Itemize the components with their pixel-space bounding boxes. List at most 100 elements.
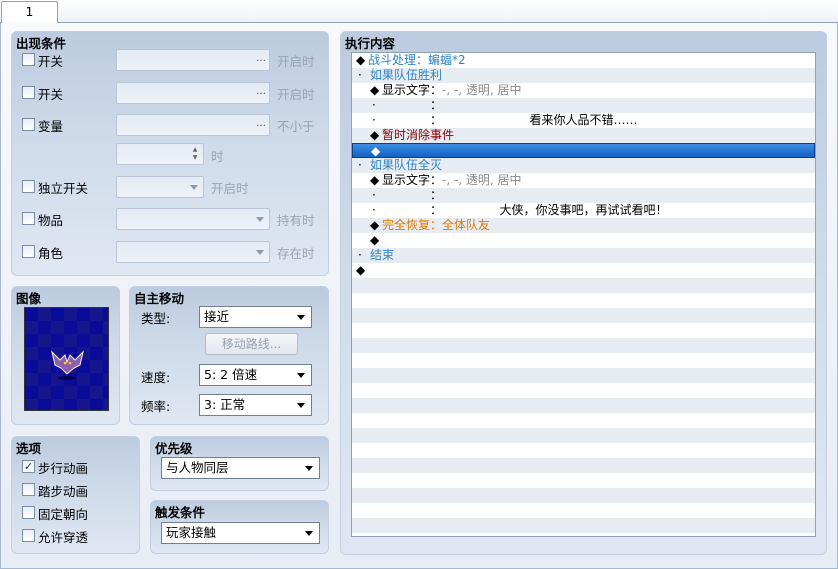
- diamond-icon: ◆: [371, 144, 381, 158]
- move-type-select[interactable]: 接近: [199, 306, 312, 328]
- empty-line[interactable]: [352, 488, 815, 503]
- command-line[interactable]: ◆ 完全恢复：全体队友: [352, 218, 815, 233]
- step-anim-checkbox[interactable]: [22, 483, 35, 496]
- empty-line[interactable]: [352, 323, 815, 338]
- item-select[interactable]: [116, 208, 270, 230]
- empty-line[interactable]: [352, 353, 815, 368]
- self-switch-checkbox[interactable]: [22, 180, 35, 193]
- diamond-icon: ◆: [370, 83, 380, 97]
- chevron-down-icon: [256, 217, 264, 222]
- variable-suffix: 不小于: [277, 119, 315, 134]
- priority-value: 与人物同层: [166, 460, 229, 475]
- command-list[interactable]: ◆ 战斗处理：蝙蝠*2 · 如果队伍胜利 ◆ 显示文字： -, -, 透明, 居中 ·： ·：看…: [351, 52, 816, 537]
- switch2-field[interactable]: …: [116, 82, 270, 104]
- item-checkbox[interactable]: [22, 212, 35, 225]
- chevron-down-icon: [297, 403, 305, 408]
- move-type-value: 接近: [204, 309, 230, 324]
- move-speed-select[interactable]: 5: 2 倍速: [199, 364, 312, 386]
- switch1-suffix: 开启时: [277, 54, 315, 69]
- variable-checkbox[interactable]: [22, 118, 35, 131]
- command-params: -, -, 透明, 居中: [442, 173, 522, 187]
- ellipsis-icon: …: [256, 53, 266, 64]
- variable-field[interactable]: …: [116, 114, 270, 136]
- item-suffix: 持有时: [277, 213, 315, 228]
- command-line[interactable]: ◆ 暂时消除事件: [352, 128, 815, 143]
- direction-fix-checkbox[interactable]: [22, 506, 35, 519]
- command-line[interactable]: ·：: [352, 98, 815, 113]
- check-mark-icon: ✓: [23, 460, 34, 473]
- self-switch-suffix: 开启时: [211, 181, 249, 196]
- empty-line[interactable]: [352, 293, 815, 308]
- switch1-label: 开关: [38, 54, 64, 69]
- switch1-checkbox[interactable]: [22, 53, 35, 66]
- chevron-down-icon: [190, 185, 198, 190]
- walk-anim-label: 步行动画: [38, 461, 89, 476]
- command-text: 显示文字：: [382, 173, 443, 187]
- empty-line[interactable]: [352, 413, 815, 428]
- actor-checkbox[interactable]: [22, 245, 35, 258]
- move-frequency-select[interactable]: 3: 正常: [199, 394, 312, 416]
- actor-select[interactable]: [116, 241, 270, 263]
- image-title: 图像: [16, 291, 42, 306]
- command-line[interactable]: ◆: [352, 263, 815, 278]
- command-line[interactable]: ◆ 战斗处理：蝙蝠*2: [352, 53, 815, 68]
- command-line[interactable]: ◆: [352, 143, 815, 158]
- through-checkbox[interactable]: [22, 529, 35, 542]
- event-graphic[interactable]: [24, 307, 109, 411]
- trigger-title: 触发条件: [155, 505, 206, 520]
- walk-anim-checkbox[interactable]: ✓: [22, 460, 35, 473]
- step-anim-label: 踏步动画: [38, 484, 89, 499]
- execution-title: 执行内容: [345, 36, 396, 51]
- actor-label: 角色: [38, 246, 64, 261]
- trigger-value: 玩家接触: [166, 525, 217, 540]
- command-line[interactable]: ◆ 显示文字： -, -, 透明, 居中: [352, 83, 815, 98]
- chevron-down-icon: [305, 531, 313, 536]
- empty-line[interactable]: [352, 383, 815, 398]
- switch2-checkbox[interactable]: [22, 86, 35, 99]
- spinner-arrows-icon[interactable]: ▲ ▼: [189, 146, 201, 162]
- command-line[interactable]: · 结束: [352, 248, 815, 263]
- empty-line[interactable]: [352, 308, 815, 323]
- diamond-icon: ◆: [370, 233, 380, 247]
- empty-line[interactable]: [352, 278, 815, 293]
- command-line[interactable]: ◆ 显示文字： -, -, 透明, 居中: [352, 173, 815, 188]
- move-speed-label: 速度:: [141, 370, 171, 385]
- through-label: 允许穿透: [38, 530, 89, 545]
- move-speed-value: 5: 2 倍速: [204, 367, 258, 382]
- move-route-button[interactable]: 移动路线...: [205, 333, 298, 355]
- tab-page-1[interactable]: 1: [1, 1, 58, 24]
- command-line[interactable]: · 如果队伍胜利: [352, 68, 815, 83]
- empty-line[interactable]: [352, 503, 815, 518]
- command-line[interactable]: ·：大侠，你没事吧，再试试看吧！: [352, 203, 815, 218]
- move-frequency-label: 频率:: [141, 399, 171, 414]
- empty-line[interactable]: [352, 398, 815, 413]
- command-text: 显示文字：: [382, 83, 443, 97]
- message-text: 看来你人品不错……: [529, 113, 638, 127]
- diamond-icon: ◆: [370, 218, 380, 232]
- command-text: 如果队伍胜利: [370, 68, 443, 82]
- bullet-icon: ·: [372, 98, 376, 112]
- diamond-icon: ◆: [356, 263, 366, 277]
- empty-line[interactable]: [352, 518, 815, 533]
- empty-line[interactable]: [352, 473, 815, 488]
- message-text: 大侠，你没事吧，再试试看吧！: [499, 203, 668, 217]
- bullet-icon: ·: [358, 158, 362, 172]
- empty-line[interactable]: [352, 428, 815, 443]
- item-label: 物品: [38, 213, 64, 228]
- switch1-field[interactable]: …: [116, 49, 270, 71]
- diamond-icon: ◆: [356, 53, 366, 67]
- empty-line[interactable]: [352, 443, 815, 458]
- command-line[interactable]: ·：看来你人品不错……: [352, 113, 815, 128]
- variable-value-spinner[interactable]: ▲ ▼: [116, 143, 204, 165]
- command-line[interactable]: ◆: [352, 233, 815, 248]
- priority-select[interactable]: 与人物同层: [161, 457, 320, 479]
- empty-line[interactable]: [352, 338, 815, 353]
- self-switch-select[interactable]: [116, 176, 204, 198]
- trigger-select[interactable]: 玩家接触: [161, 522, 320, 544]
- empty-line[interactable]: [352, 368, 815, 383]
- autonomous-title: 自主移动: [134, 291, 185, 306]
- empty-line[interactable]: [352, 458, 815, 473]
- command-line[interactable]: · 如果队伍全灭: [352, 158, 815, 173]
- priority-title: 优先级: [155, 441, 193, 456]
- command-line[interactable]: ·：: [352, 188, 815, 203]
